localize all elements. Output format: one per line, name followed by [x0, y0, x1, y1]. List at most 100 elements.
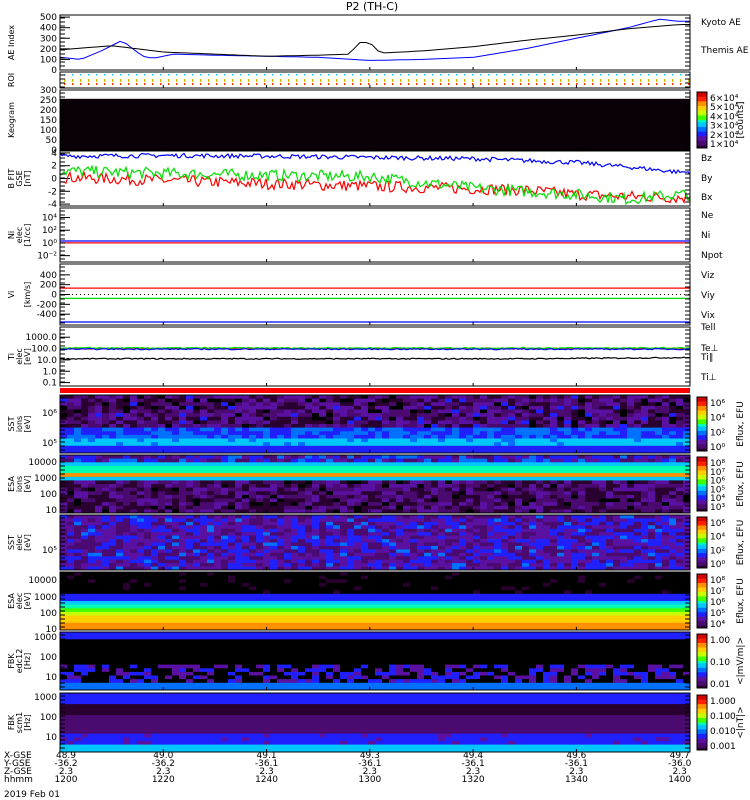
spectrogram-cell — [452, 559, 460, 564]
spectrogram-cell — [165, 563, 173, 567]
spectrogram-cell — [221, 413, 229, 418]
spectrogram-cell — [109, 395, 117, 399]
spectrogram-cell — [676, 563, 684, 567]
spectrogram-cell — [172, 539, 180, 543]
spectrogram-cell — [424, 409, 432, 414]
spectrogram-cell — [445, 525, 453, 530]
spectrogram-cell — [270, 559, 278, 564]
spectrogram-cell — [277, 515, 285, 519]
spectrogram-cell — [508, 458, 516, 463]
spectrogram-cell — [627, 409, 635, 414]
spectrogram-cell — [669, 552, 677, 557]
roi-marker — [168, 74, 170, 76]
spectrogram-cell — [452, 502, 460, 507]
spectrogram-cell — [228, 420, 236, 425]
spectrogram-cell — [585, 434, 593, 439]
spectrogram-cell — [214, 480, 222, 485]
spectrogram-cell — [585, 402, 593, 407]
spectrogram-cell — [333, 480, 341, 485]
spectrogram-cell — [130, 473, 138, 478]
spectrogram-cell — [214, 427, 222, 432]
spectrogram-cell — [557, 556, 565, 561]
spectrogram-cell — [494, 462, 502, 467]
spectrogram-cell — [284, 515, 292, 519]
spectrogram-cell — [158, 445, 166, 450]
spectrogram-cell — [67, 424, 75, 428]
spectrogram-cell — [144, 434, 152, 439]
spectrogram-cell — [459, 402, 467, 407]
spectrogram-cell — [179, 545, 187, 550]
spectrogram-cell — [95, 518, 103, 523]
spectrogram-cell — [564, 445, 572, 450]
spectrogram-cell — [410, 465, 418, 470]
spectrogram-cell — [375, 518, 383, 523]
spectrogram-cell — [354, 491, 362, 496]
spectrogram-cell — [606, 535, 614, 540]
temperature-ylabel: Ti elec [eV] — [7, 348, 32, 365]
spectrogram-cell — [340, 420, 348, 425]
spectrogram-cell — [235, 405, 243, 410]
spectrogram-cell — [396, 431, 404, 436]
spectrogram-cell — [347, 416, 355, 421]
spectrogram-cell — [249, 473, 257, 478]
roi-marker — [344, 83, 346, 85]
spectrogram-cell — [655, 431, 663, 436]
spectrogram-cell — [557, 424, 565, 428]
spectrogram-cell — [95, 420, 103, 425]
spectrogram-cell — [291, 420, 299, 425]
spectrogram-cell — [151, 445, 159, 450]
spectrogram-cell — [641, 420, 649, 425]
spectrogram-cell — [67, 420, 75, 425]
spectrogram-cell — [200, 494, 208, 499]
spectrogram-cell — [585, 442, 593, 447]
spectrogram-cell — [522, 395, 530, 399]
spectrogram-cell — [438, 402, 446, 407]
spectrogram-cell — [508, 487, 516, 492]
spectrogram-cell — [235, 416, 243, 421]
roi-marker — [480, 74, 482, 76]
spectrogram-cell — [144, 539, 152, 543]
spectrogram-cell — [494, 455, 502, 459]
spectrogram-cell — [571, 424, 579, 428]
spectrogram-cell — [179, 469, 187, 474]
spectrogram-cell — [151, 539, 159, 543]
spectrogram-cell — [473, 528, 481, 533]
spectrogram-cell — [74, 420, 82, 425]
spectrogram-cell — [627, 424, 635, 428]
spectrogram-cell — [410, 549, 418, 554]
spectrogram-cell — [564, 413, 572, 418]
spectrogram-cell — [459, 469, 467, 474]
spectrogram-cell — [151, 458, 159, 463]
spectrogram-cell — [116, 462, 124, 467]
spectrogram-cell — [571, 438, 579, 443]
spectrogram-cell — [326, 491, 334, 496]
spectrogram-cell — [95, 473, 103, 478]
spectrogram-cell — [193, 405, 201, 410]
spectrogram-cell — [81, 556, 89, 561]
spectrogram-cell — [228, 395, 236, 399]
spectrogram-cell — [571, 494, 579, 499]
spectrogram-cell — [319, 491, 327, 496]
spectrogram-cell — [221, 395, 229, 399]
spectrogram-cell — [424, 502, 432, 507]
spectrogram-cell — [522, 398, 530, 403]
spectrogram-cell — [102, 413, 110, 418]
spectrogram-cell — [564, 521, 572, 526]
spectrogram-cell — [193, 469, 201, 474]
spectrogram-cell — [599, 528, 607, 533]
spectrogram-cell — [347, 542, 355, 547]
spectrogram-cell — [298, 518, 306, 523]
spectrogram-cell — [529, 502, 537, 507]
spectrogram-cell — [424, 494, 432, 499]
spectrogram-cell — [291, 552, 299, 557]
spectrogram-cell — [669, 559, 677, 564]
spectrogram-cell — [340, 476, 348, 481]
spectrogram-cell — [214, 552, 222, 557]
spectrogram-cell — [431, 395, 439, 399]
spectrogram-cell — [620, 563, 628, 567]
spectrogram-cell — [452, 525, 460, 530]
spectrogram-cell — [431, 502, 439, 507]
spectrogram-cell — [557, 535, 565, 540]
spectrogram-cell — [662, 484, 670, 488]
spectrogram-cell — [88, 559, 96, 564]
